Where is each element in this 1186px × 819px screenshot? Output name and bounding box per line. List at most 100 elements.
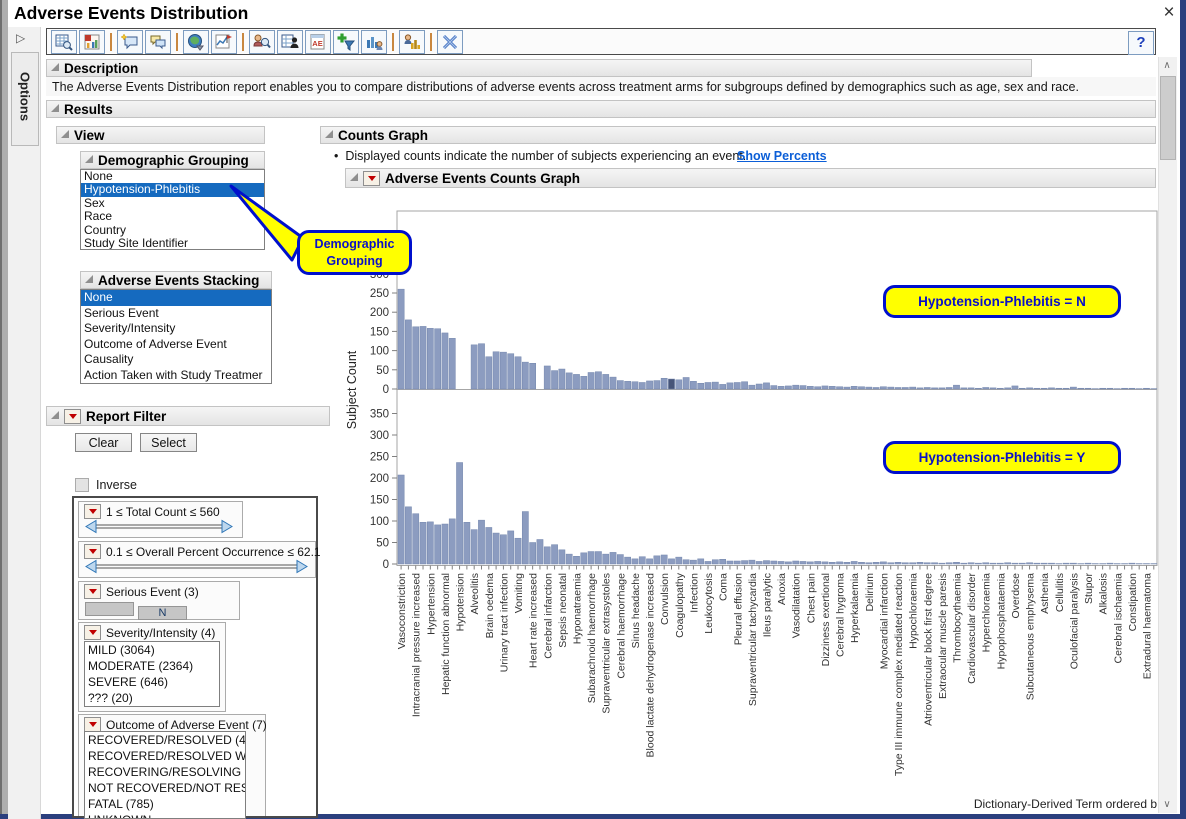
view-header[interactable]: View xyxy=(56,126,265,144)
serious-event-option-button[interactable]: N xyxy=(138,606,187,620)
list-item[interactable]: MILD (3064) xyxy=(85,642,219,658)
subject-table-icon[interactable] xyxy=(277,30,303,54)
percent-occurrence-menu-icon[interactable] xyxy=(84,544,101,559)
counts-graph-note-text: Displayed counts indicate the number of … xyxy=(345,149,746,163)
adverse-events-stacking-header[interactable]: Adverse Events Stacking xyxy=(80,271,272,289)
list-item[interactable]: UNKNOWN xyxy=(85,812,245,819)
total-count-label: 1 ≤ Total Count ≤ 560 xyxy=(106,505,220,519)
help-button[interactable]: ? xyxy=(1128,31,1154,55)
disclosure-icon xyxy=(85,155,93,163)
vertical-scrollbar[interactable] xyxy=(1158,57,1177,813)
svg-text:Hypertension: Hypertension xyxy=(425,573,437,635)
callout-line1: Demographic xyxy=(315,237,395,251)
svg-text:Thrombocythaemia: Thrombocythaemia xyxy=(951,573,963,663)
serious-event-option-button[interactable] xyxy=(85,602,134,616)
report-filter-header[interactable]: Report Filter xyxy=(46,406,330,426)
svg-text:Coagulopathy: Coagulopathy xyxy=(674,572,686,638)
chart-flag-icon[interactable] xyxy=(211,30,237,54)
svg-text:200: 200 xyxy=(370,307,389,319)
svg-text:Urinary tract infection: Urinary tract infection xyxy=(498,573,510,672)
svg-text:Delirium: Delirium xyxy=(864,573,876,612)
svg-text:Myocardial infarction: Myocardial infarction xyxy=(878,573,890,669)
disclosure-icon xyxy=(85,275,93,283)
percent-occurrence-slider[interactable] xyxy=(79,559,315,579)
svg-text:Vasodilatation: Vasodilatation xyxy=(791,573,803,638)
demographic-grouping-header[interactable]: Demographic Grouping xyxy=(80,151,265,169)
total-count-filter: 1 ≤ Total Count ≤ 560 xyxy=(78,501,243,538)
list-item[interactable]: FATAL (785) xyxy=(85,796,245,812)
expand-options-icon[interactable]: ▷ xyxy=(16,31,32,47)
total-count-menu-icon[interactable] xyxy=(84,504,101,519)
clear-button[interactable]: Clear xyxy=(75,433,132,452)
svg-text:Constipation: Constipation xyxy=(1127,573,1139,632)
svg-text:Sepsis neonatal: Sepsis neonatal xyxy=(557,573,569,648)
subjects-search-icon[interactable] xyxy=(249,30,275,54)
list-item[interactable]: Severity/Intensity xyxy=(81,321,271,337)
svg-text:Alveolitis: Alveolitis xyxy=(469,573,481,614)
ae-document-icon[interactable]: AE xyxy=(305,30,331,54)
callout-line2: Grouping xyxy=(326,254,382,268)
disclosure-icon xyxy=(51,104,59,112)
svg-text:Atrioventricular block first d: Atrioventricular block first degree xyxy=(922,573,934,726)
data-table-icon[interactable] xyxy=(51,30,77,54)
outcome-list[interactable]: RECOVERED/RESOLVED (4074RECOVERED/RESOLV… xyxy=(84,731,246,819)
scroll-down-icon[interactable]: ∨ xyxy=(1158,796,1176,813)
report-filter-menu-icon[interactable] xyxy=(64,409,81,424)
close-report-icon[interactable] xyxy=(437,30,463,54)
svg-text:Hypochloraemia: Hypochloraemia xyxy=(908,573,920,649)
list-item[interactable]: MODERATE (2364) xyxy=(85,658,219,674)
severity-menu-icon[interactable] xyxy=(84,625,101,640)
list-item[interactable]: ??? (20) xyxy=(85,690,219,706)
note-add-icon[interactable] xyxy=(117,30,143,54)
svg-text:Overdose: Overdose xyxy=(1010,573,1022,619)
list-item[interactable]: Action Taken with Study Treatmer xyxy=(81,368,271,384)
filter-add-icon[interactable] xyxy=(333,30,359,54)
subject-chart-icon[interactable] xyxy=(399,30,425,54)
chart-subjects-icon[interactable] xyxy=(361,30,387,54)
counts-graph-menu-icon[interactable] xyxy=(363,171,380,186)
results-header[interactable]: Results xyxy=(46,100,1156,118)
svg-text:Convulsion: Convulsion xyxy=(659,573,671,625)
world-icon[interactable] xyxy=(183,30,209,54)
list-item[interactable]: SEVERE (646) xyxy=(85,674,219,690)
total-count-slider[interactable] xyxy=(79,519,242,539)
select-button[interactable]: Select xyxy=(140,433,197,452)
description-text: The Adverse Events Distribution report e… xyxy=(52,80,1079,94)
options-tab[interactable]: Options xyxy=(11,52,39,146)
svg-text:Alkalosis: Alkalosis xyxy=(1098,573,1110,614)
adverse-events-counts-graph-header[interactable]: Adverse Events Counts Graph xyxy=(345,168,1156,188)
list-item[interactable]: Serious Event xyxy=(81,306,271,322)
description-header[interactable]: Description xyxy=(46,59,1032,77)
list-item[interactable]: None xyxy=(81,290,271,306)
list-item[interactable]: RECOVERED/RESOLVED WITH xyxy=(85,748,245,764)
show-percents-link[interactable]: Show Percents xyxy=(737,149,827,163)
toolbar: AE xyxy=(46,28,1156,55)
scrollbar-thumb[interactable] xyxy=(1160,76,1176,160)
outcome-menu-icon[interactable] xyxy=(84,717,101,732)
list-item[interactable]: RECOVERING/RESOLVING (68 xyxy=(85,764,245,780)
list-item[interactable]: NOT RECOVERED/NOT RESOL xyxy=(85,780,245,796)
list-item[interactable]: Outcome of Adverse Event xyxy=(81,337,271,353)
notes-icon[interactable] xyxy=(145,30,171,54)
list-item[interactable]: RECOVERED/RESOLVED (4074 xyxy=(85,732,245,748)
svg-text:250: 250 xyxy=(370,452,389,464)
close-icon[interactable]: × xyxy=(1158,2,1180,24)
adverse-events-distribution-window: Adverse Events Distribution × ▷ Options … xyxy=(0,0,1186,819)
inverse-checkbox[interactable] xyxy=(75,478,89,492)
svg-text:150: 150 xyxy=(370,495,389,507)
toolbar-separator xyxy=(176,33,178,51)
severity-list[interactable]: MILD (3064)MODERATE (2364)SEVERE (646)??… xyxy=(84,641,220,707)
svg-text:Hypotension: Hypotension xyxy=(455,573,467,632)
list-item[interactable]: Causality xyxy=(81,352,271,368)
scroll-up-icon[interactable]: ∧ xyxy=(1158,57,1176,74)
adverse-events-stacking-list[interactable]: NoneSerious EventSeverity/IntensityOutco… xyxy=(80,289,272,384)
svg-text:150: 150 xyxy=(370,326,389,338)
view-header-label: View xyxy=(74,128,105,143)
counts-graph-header[interactable]: Counts Graph xyxy=(320,126,1156,144)
svg-text:Vomiting: Vomiting xyxy=(513,573,525,613)
svg-text:Leukocytosis: Leukocytosis xyxy=(703,573,715,634)
report-graph-icon[interactable] xyxy=(79,30,105,54)
disclosure-icon xyxy=(51,411,59,419)
svg-text:Infection: Infection xyxy=(688,573,700,613)
serious-event-menu-icon[interactable] xyxy=(84,584,101,599)
